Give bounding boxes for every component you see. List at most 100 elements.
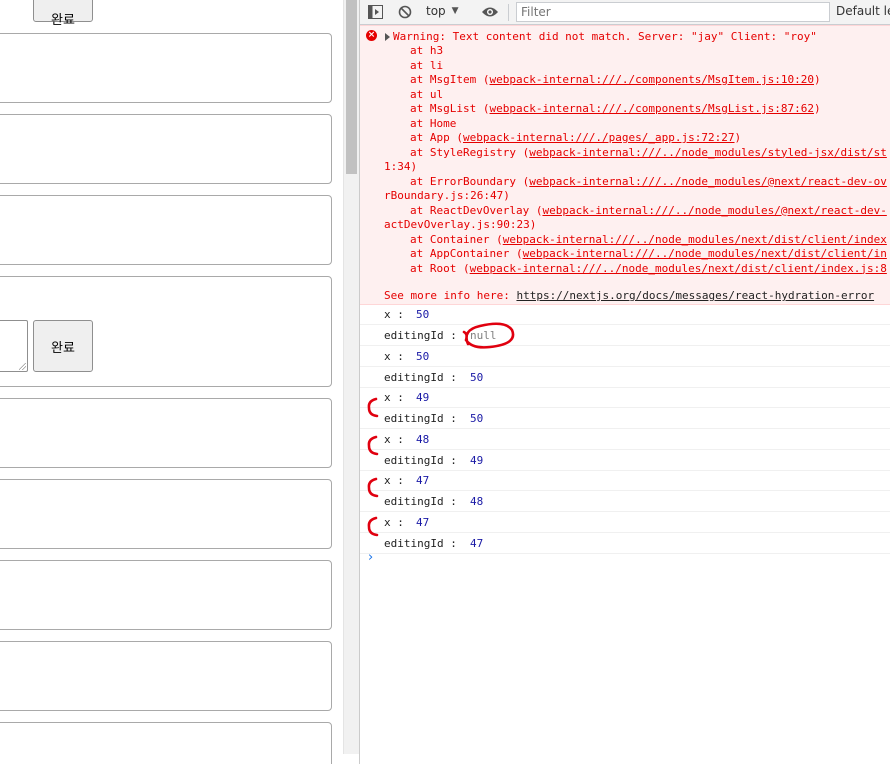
context-label: top (426, 4, 446, 18)
log-value: 50 (416, 349, 430, 363)
eye-icon[interactable] (481, 4, 499, 20)
message-card (0, 114, 332, 184)
stack-frame-tail: ) (734, 131, 742, 144)
stack-frame-text: at h3 (410, 44, 444, 57)
message-card (0, 195, 332, 265)
done-button-label: 완료 (51, 340, 75, 356)
sidebar-toggle-icon[interactable] (367, 4, 383, 20)
log-row: x : 49 (360, 388, 890, 408)
log-label: x : (384, 308, 411, 321)
stack-frame-text: at ReactDevOverlay ( (410, 203, 543, 217)
stack-frame-text: at MsgItem ( (410, 73, 490, 86)
scrollbar-thumb[interactable] (346, 0, 357, 174)
done-button-top[interactable]: 완료 (33, 0, 93, 28)
stack-frame-text: at StyleRegistry ( (410, 145, 530, 159)
page-scrollbar[interactable] (343, 0, 359, 754)
log-label: x : (384, 349, 411, 363)
log-label: x : (384, 515, 411, 529)
stack-frame-text: at App ( (410, 131, 463, 144)
log-value: 48 (416, 432, 430, 446)
log-label: editingId : (384, 329, 464, 342)
log-row: x : 47 (360, 471, 890, 491)
done-button[interactable]: 완료 (33, 320, 93, 372)
log-row: editingId : 48 (360, 492, 890, 512)
log-row: editingId : 49 (360, 451, 890, 471)
stack-frame: at ul (410, 88, 443, 102)
stack-wrap-text: 1:34) (384, 160, 418, 173)
app-page: 완료 완료 (0, 0, 343, 764)
message-card (0, 641, 332, 711)
stack-frame: at ErrorBoundary (webpack-internal:///..… (410, 175, 887, 189)
stack-frame-text: at MsgList ( (410, 102, 490, 115)
log-levels-select[interactable]: Default le (836, 4, 890, 18)
log-label: x : (384, 432, 411, 446)
log-label: x : (384, 474, 411, 487)
devtools-console: top ▼ Default le × Warning: Text content… (360, 0, 890, 764)
stack-frame-link[interactable]: webpack-internal:///../node_modules/@nex… (542, 204, 886, 217)
stack-frame-link[interactable]: webpack-internal:///../node_modules/styl… (529, 146, 887, 159)
stack-frame: at StyleRegistry (webpack-internal:///..… (410, 146, 887, 160)
log-value: 49 (470, 453, 484, 467)
clear-console-icon[interactable] (397, 4, 413, 20)
error-text: Warning: Text content did not match. Ser… (393, 30, 817, 43)
message-card (0, 560, 332, 630)
stack-frame-text: at AppContainer ( (410, 247, 523, 260)
log-value: 47 (416, 474, 430, 487)
stack-wrap-text: rBoundary.js:26:47) (384, 189, 510, 202)
see-more-text: See more info here: (384, 289, 517, 302)
stack-frame-link[interactable]: webpack-internal:///../node_modules/@nex… (529, 175, 887, 188)
message-card (0, 33, 332, 103)
log-label: editingId : (384, 370, 464, 384)
log-value: 50 (470, 370, 484, 384)
toolbar-separator (508, 4, 509, 21)
console-toolbar: top ▼ Default le (360, 0, 890, 25)
log-label: editingId : (384, 412, 464, 425)
done-button-label: 완료 (51, 12, 75, 28)
stack-wrap-text: actDevOverlay.js:90:23) (384, 218, 537, 231)
stack-frame: at App (webpack-internal:///./pages/_app… (410, 131, 741, 145)
stack-frame-text: at ErrorBoundary ( (410, 174, 530, 188)
error-icon: × (366, 30, 377, 41)
log-value: 50 (470, 412, 484, 425)
console-prompt[interactable]: › (368, 550, 373, 565)
stack-frame: at li (410, 59, 443, 73)
stack-frame-text: at li (410, 58, 444, 72)
stack-frame-tail: ) (814, 102, 821, 115)
log-row: editingId : 47 (360, 534, 890, 554)
log-row: editingId : null (360, 326, 890, 346)
resize-grip-icon[interactable] (19, 363, 26, 370)
log-value: null (470, 329, 497, 342)
stack-wrap-line: 1:34) (384, 160, 417, 174)
stack-wrap-line: rBoundary.js:26:47) (384, 189, 510, 203)
stack-frame: at MsgList (webpack-internal:///./compon… (410, 102, 821, 116)
filter-input[interactable] (516, 2, 830, 22)
stack-frame-link[interactable]: webpack-internal:///../node_modules/next… (523, 247, 887, 260)
stack-frame-text: at Container ( (410, 232, 503, 246)
log-row: x : 48 (360, 430, 890, 450)
stack-frame-link[interactable]: webpack-internal:///./pages/_app.js:72:2… (463, 131, 735, 144)
stack-wrap-line: actDevOverlay.js:90:23) (384, 218, 536, 232)
log-value: 47 (416, 515, 430, 529)
log-value: 47 (470, 536, 484, 550)
log-row: x : 50 (360, 305, 890, 325)
log-label: editingId : (384, 495, 464, 508)
log-value: 50 (416, 308, 430, 321)
log-value: 48 (470, 495, 484, 508)
message-card (0, 479, 332, 549)
chevron-down-icon: ▼ (451, 6, 459, 16)
stack-frame: at h3 (410, 44, 443, 58)
stack-frame-link[interactable]: webpack-internal:///../node_modules/next… (503, 233, 887, 246)
context-select[interactable]: top ▼ (426, 4, 459, 18)
stack-frame-text: at Root ( (410, 261, 470, 275)
expand-triangle-icon[interactable] (385, 33, 390, 41)
stack-frame-link[interactable]: webpack-internal:///./components/MsgList… (489, 102, 814, 115)
stack-frame-text: at Home (410, 116, 457, 130)
stack-frame: at AppContainer (webpack-internal:///../… (410, 247, 887, 261)
edit-textarea[interactable] (0, 320, 28, 372)
stack-frame-link[interactable]: webpack-internal:///./components/MsgItem… (489, 73, 814, 86)
stack-frame-text: at ul (410, 87, 444, 101)
see-more-link[interactable]: https://nextjs.org/docs/messages/react-h… (516, 289, 874, 302)
stack-frame-link[interactable]: webpack-internal:///../node_modules/next… (470, 262, 887, 275)
stack-frame-tail: ) (814, 73, 821, 86)
log-row: editingId : 50 (360, 368, 890, 388)
